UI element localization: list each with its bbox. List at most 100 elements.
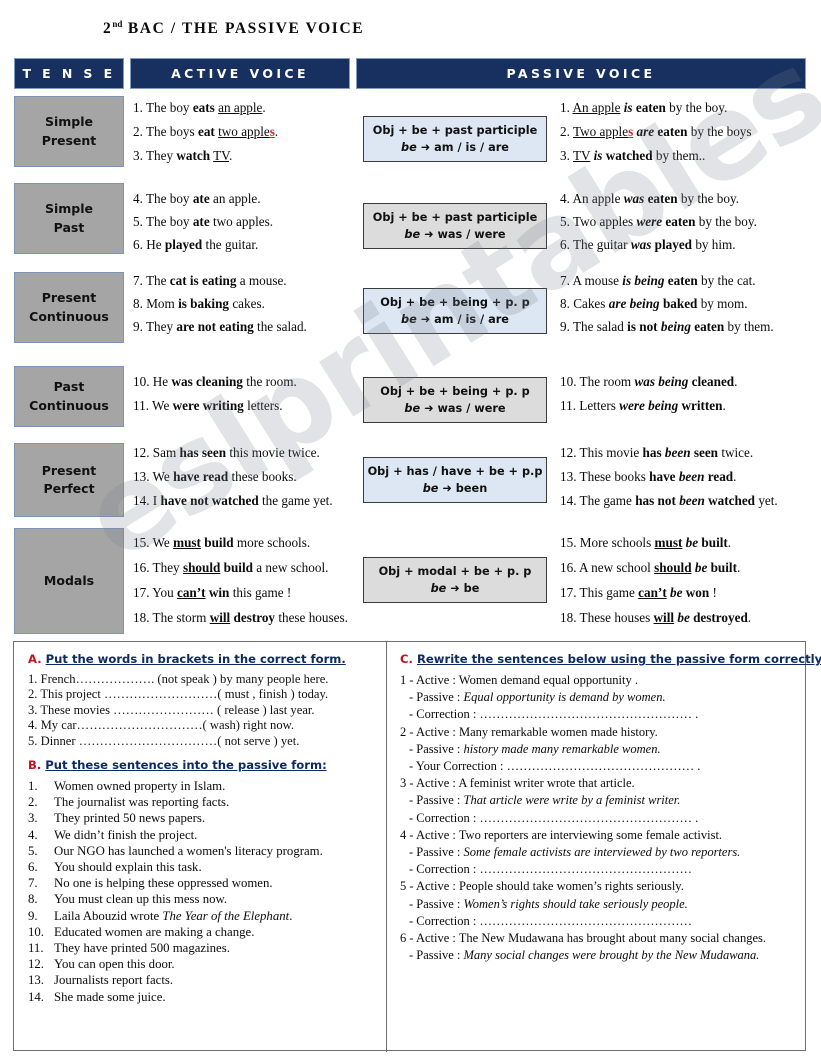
exercise-c-correction-line[interactable]: - Correction : …………………………………………… .	[400, 810, 796, 827]
formula-structure-line: Obj + be + being + p. p	[380, 295, 530, 309]
exercise-a-item-5: 5. Dinner ……………………………( not serve ) yet.	[28, 733, 300, 748]
passive-sentence-4-0: 12. This movie has been seen twice.	[560, 445, 754, 460]
exercise-a-items: 1. French………………. (not speak ) by many pe…	[28, 672, 383, 749]
exercise-c-correction-line[interactable]: - Correction : …………………………………………… .	[400, 706, 796, 723]
exercise-b-item-1: 1. Women owned property in Islam.	[28, 778, 383, 794]
passive-sentence-5-1: 16. A new school should be built.	[560, 560, 741, 575]
exercise-b-item-6: 6. You should explain this task.	[28, 859, 383, 875]
tense-label-line2: Past	[53, 219, 85, 235]
passive-sentence-1-2: 6. The guitar was played by him.	[560, 237, 736, 252]
exercise-b-item-text: You should explain this task.	[54, 860, 202, 875]
exercise-c-heading-text: Rewrite the sentences below using the pa…	[416, 652, 821, 666]
exercise-b-item-index: 14.	[28, 989, 44, 1004]
exercise-b-item-index: 9.	[28, 908, 38, 923]
exercise-c-item-5: 5 - Active : People should take women’s …	[400, 878, 796, 930]
tense-label-line1: Simple	[44, 114, 94, 130]
exercise-c-letter: C.	[400, 652, 413, 666]
exercise-b-item-text: The journalist was reporting facts.	[54, 795, 230, 810]
formula-box-2: Obj + be + being + p. p be ➜ am / is / ar…	[363, 288, 547, 334]
exercise-c-active-line: 6 - Active : The New Mudawana has brough…	[400, 931, 766, 946]
exercise-b-item-index: 5.	[28, 843, 38, 858]
passive-sentence-4-1: 13. These books have been read.	[560, 469, 737, 484]
exercise-c-passive-line: - Passive : Some female activists are in…	[409, 845, 741, 860]
exercise-c-active-line: 2 - Active : Many remarkable women made …	[400, 724, 658, 739]
column-header-passive: PASSIVE VOICE	[356, 58, 806, 89]
tense-label-3: Past Continuous	[14, 366, 124, 427]
formula-structure-line: Obj + has / have + be + p.p	[367, 464, 543, 478]
exercise-b-item-text: They have printed 500 magazines.	[54, 941, 230, 956]
passive-sentence-0-1: 2. Two apples are eaten by the boys	[560, 124, 752, 139]
formula-be-line: be ➜ was / were	[404, 402, 506, 415]
exercise-c-correction-line[interactable]: - Correction : ……………………………………………	[400, 861, 796, 878]
active-sentence-5-3: 18. The storm will destroy these houses.	[133, 610, 348, 625]
exercise-a-heading: A. Put the words in brackets in the corr…	[28, 652, 383, 666]
tense-label-1: Simple Past	[14, 183, 124, 254]
exercise-b-item-11: 11. They have printed 500 magazines.	[28, 940, 383, 956]
passive-sentence-2-2: 9. The salad is not being eaten by them.	[560, 319, 774, 334]
formula-box-4: Obj + has / have + be + p.p be ➜ been	[363, 457, 547, 503]
exercise-b-item-index: 10.	[28, 924, 44, 939]
column-header-active: ACTIVE VOICE	[130, 58, 350, 89]
passive-sentence-4-2: 14. The game has not been watched yet.	[560, 493, 778, 508]
tense-label-line1: Present	[41, 462, 97, 478]
formula-be-line: be ➜ was / were	[404, 228, 506, 241]
page-title: 2nd BAC / THE PASSIVE VOICE	[103, 19, 364, 38]
exercise-b-item-7: 7. No one is helping these oppressed wome…	[28, 875, 383, 891]
exercise-b-item-index: 6.	[28, 860, 38, 875]
tense-label-4: Present Perfect	[14, 443, 124, 517]
exercise-c-item-2: 2 - Active : Many remarkable women made …	[400, 724, 796, 776]
exercise-c-passive-line: - Passive : history made many remarkable…	[409, 741, 661, 756]
passive-sentence-1-1: 5. Two apples were eaten by the boy.	[560, 214, 757, 229]
formula-structure-line: Obj + be + past participle	[372, 210, 538, 224]
tense-label-line2: Continuous	[29, 397, 109, 413]
column-header-tense: T E N S E	[14, 58, 124, 89]
active-sentence-1-2: 6. He played the guitar.	[133, 237, 259, 252]
exercise-a-item-1: 1. French………………. (not speak ) by many pe…	[28, 672, 329, 686]
exercise-c-heading: C. Rewrite the sentences below using the…	[400, 652, 821, 666]
active-sentence-0-2: 3. They watch TV.	[133, 148, 233, 163]
exercise-b-item-4: 4. We didn’t finish the project.	[28, 827, 383, 843]
exercise-b-item-index: 4.	[28, 827, 38, 842]
passive-sentence-2-0: 7. A mouse is being eaten by the cat.	[560, 273, 756, 288]
formula-be-line: be ➜ am / is / are	[401, 313, 509, 326]
exercise-c-items: 1 - Active : Women demand equal opportun…	[400, 672, 796, 964]
exercise-b-item-text: Women owned property in Islam.	[54, 779, 226, 794]
formula-structure-line: Obj + be + past participle	[372, 123, 538, 137]
passive-sentence-5-3: 18. These houses will be destroyed.	[560, 610, 752, 625]
active-sentence-5-2: 17. You can’t win this game !	[133, 585, 292, 600]
exercise-b-item-index: 2.	[28, 795, 38, 810]
tense-label-line2: Perfect	[43, 481, 95, 496]
active-sentence-2-1: 8. Mom is baking cakes.	[133, 296, 265, 311]
active-sentence-2-2: 9. They are not eating the salad.	[133, 319, 307, 334]
exercise-b-items: 1. Women owned property in Islam. 2. The jo…	[28, 778, 383, 1005]
exercise-b-item-index: 12.	[28, 957, 44, 972]
exercise-column-left: A. Put the words in brackets in the corr…	[28, 652, 383, 1005]
exercise-a-item-3: 3. These movies …………………… ( release ) las…	[28, 702, 315, 717]
exercise-b-item-text: She made some juice.	[54, 989, 166, 1004]
formula-box-3: Obj + be + being + p. p be ➜ was / were	[363, 377, 547, 423]
exercise-b-item-8: 8. You must clean up this mess now.	[28, 891, 383, 907]
active-sentence-0-1: 2. The boys eat two apples.	[133, 124, 279, 139]
exercise-b-item-index: 1.	[28, 779, 38, 794]
tense-label-line1: Simple	[44, 201, 94, 217]
tense-label-line1: Present	[41, 290, 97, 306]
exercise-b-item-text: You can open this door.	[54, 957, 175, 972]
exercise-c-passive-line: - Passive : Equal opportunity is demand …	[409, 690, 666, 705]
exercise-c-item-3: 3 - Active : A feminist writer wrote tha…	[400, 775, 796, 827]
exercise-b-item-text: Laila Abouzid wrote The Year of the Elep…	[54, 908, 293, 923]
exercise-c-correction-line[interactable]: - Your Correction : ……………………………………… .	[400, 758, 796, 775]
exercise-c-active-line: 1 - Active : Women demand equal opportun…	[400, 673, 638, 687]
exercise-b-item-text: Our NGO has launched a women's literacy …	[54, 843, 323, 858]
exercise-b-item-index: 13.	[28, 973, 44, 988]
exercise-b-item-12: 12. You can open this door.	[28, 956, 383, 972]
active-sentence-1-0: 4. The boy ate an apple.	[133, 191, 261, 206]
page-title-prefix: 2	[103, 20, 113, 38]
exercise-b-item-text: Journalists report facts.	[54, 973, 174, 988]
tense-label-2: Present Continuous	[14, 272, 124, 343]
exercise-b-item-text: You must clean up this mess now.	[54, 892, 228, 907]
exercise-b-item-text: We didn’t finish the project.	[54, 827, 198, 842]
exercise-c-correction-line[interactable]: - Correction : ……………………………………………	[400, 913, 796, 930]
exercise-b-item-2: 2. The journalist was reporting facts.	[28, 794, 383, 810]
exercise-b-item-text: No one is helping these oppressed women.	[54, 876, 273, 891]
active-sentence-4-0: 12. Sam has seen this movie twice.	[133, 445, 320, 460]
